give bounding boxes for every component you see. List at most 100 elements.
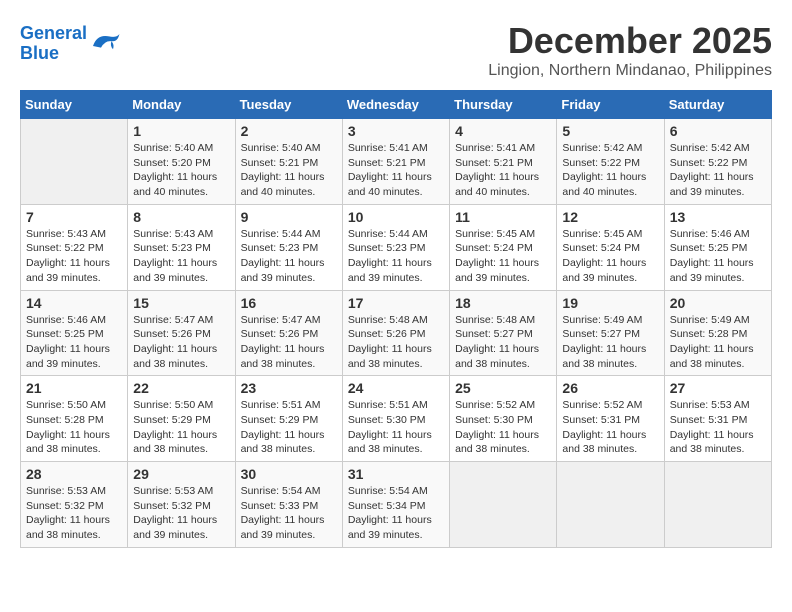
calendar-cell: 13 Sunrise: 5:46 AMSunset: 5:25 PMDayligh… bbox=[664, 204, 771, 290]
calendar-cell: 18 Sunrise: 5:48 AMSunset: 5:27 PMDayligh… bbox=[450, 290, 557, 376]
day-info: Sunrise: 5:53 AMSunset: 5:31 PMDaylight:… bbox=[670, 398, 766, 457]
calendar-cell: 6 Sunrise: 5:42 AMSunset: 5:22 PMDaylight… bbox=[664, 119, 771, 205]
day-number: 31 bbox=[348, 466, 444, 482]
day-info: Sunrise: 5:50 AMSunset: 5:28 PMDaylight:… bbox=[26, 398, 122, 457]
calendar-cell: 8 Sunrise: 5:43 AMSunset: 5:23 PMDaylight… bbox=[128, 204, 235, 290]
calendar-cell: 12 Sunrise: 5:45 AMSunset: 5:24 PMDayligh… bbox=[557, 204, 664, 290]
calendar-cell: 10Sunrise: 5:44 AMSunset: 5:23 PMDayligh… bbox=[342, 204, 449, 290]
calendar-cell: 27 Sunrise: 5:53 AMSunset: 5:31 PMDayligh… bbox=[664, 376, 771, 462]
day-number: 15 bbox=[133, 295, 229, 311]
day-number: 16 bbox=[241, 295, 337, 311]
day-info: Sunrise: 5:54 AMSunset: 5:33 PMDaylight:… bbox=[241, 484, 337, 543]
day-number: 14 bbox=[26, 295, 122, 311]
day-number: 29 bbox=[133, 466, 229, 482]
calendar-cell bbox=[450, 462, 557, 548]
day-info: Sunrise: 5:51 AMSunset: 5:29 PMDaylight:… bbox=[241, 398, 337, 457]
day-info: Sunrise: 5:42 AMSunset: 5:22 PMDaylight:… bbox=[562, 141, 658, 200]
col-header-saturday: Saturday bbox=[664, 91, 771, 119]
calendar-cell: 30 Sunrise: 5:54 AMSunset: 5:33 PMDayligh… bbox=[235, 462, 342, 548]
day-number: 24 bbox=[348, 380, 444, 396]
calendar-week-row: 14Sunrise: 5:46 AMSunset: 5:25 PMDayligh… bbox=[21, 290, 772, 376]
logo: GeneralBlue bbox=[20, 24, 121, 64]
day-number: 2 bbox=[241, 123, 337, 139]
calendar-table: SundayMondayTuesdayWednesdayThursdayFrid… bbox=[20, 90, 772, 548]
day-number: 5 bbox=[562, 123, 658, 139]
calendar-cell: 24 Sunrise: 5:51 AMSunset: 5:30 PMDayligh… bbox=[342, 376, 449, 462]
col-header-friday: Friday bbox=[557, 91, 664, 119]
calendar-cell: 21 Sunrise: 5:50 AMSunset: 5:28 PMDayligh… bbox=[21, 376, 128, 462]
day-info: Sunrise: 5:45 AMSunset: 5:24 PMDaylight:… bbox=[455, 227, 551, 286]
calendar-header-row: SundayMondayTuesdayWednesdayThursdayFrid… bbox=[21, 91, 772, 119]
day-info: Sunrise: 5:40 AMSunset: 5:21 PMDaylight:… bbox=[241, 141, 337, 200]
day-info: Sunrise: 5:52 AMSunset: 5:31 PMDaylight:… bbox=[562, 398, 658, 457]
location-title: Lingion, Northern Mindanao, Philippines bbox=[488, 62, 772, 80]
calendar-cell: 26Sunrise: 5:52 AMSunset: 5:31 PMDayligh… bbox=[557, 376, 664, 462]
logo-bird-icon bbox=[89, 28, 121, 56]
calendar-week-row: 21 Sunrise: 5:50 AMSunset: 5:28 PMDayligh… bbox=[21, 376, 772, 462]
day-number: 13 bbox=[670, 209, 766, 225]
calendar-cell: 28Sunrise: 5:53 AMSunset: 5:32 PMDayligh… bbox=[21, 462, 128, 548]
day-info: Sunrise: 5:41 AMSunset: 5:21 PMDaylight:… bbox=[455, 141, 551, 200]
day-number: 23 bbox=[241, 380, 337, 396]
day-info: Sunrise: 5:48 AMSunset: 5:27 PMDaylight:… bbox=[455, 313, 551, 372]
calendar-cell: 25Sunrise: 5:52 AMSunset: 5:30 PMDayligh… bbox=[450, 376, 557, 462]
day-info: Sunrise: 5:44 AMSunset: 5:23 PMDaylight:… bbox=[348, 227, 444, 286]
calendar-cell: 1 Sunrise: 5:40 AMSunset: 5:20 PMDaylight… bbox=[128, 119, 235, 205]
col-header-monday: Monday bbox=[128, 91, 235, 119]
day-number: 17 bbox=[348, 295, 444, 311]
calendar-cell: 11Sunrise: 5:45 AMSunset: 5:24 PMDayligh… bbox=[450, 204, 557, 290]
calendar-cell bbox=[557, 462, 664, 548]
calendar-cell: 31Sunrise: 5:54 AMSunset: 5:34 PMDayligh… bbox=[342, 462, 449, 548]
calendar-cell: 3 Sunrise: 5:41 AMSunset: 5:21 PMDaylight… bbox=[342, 119, 449, 205]
day-number: 3 bbox=[348, 123, 444, 139]
day-number: 7 bbox=[26, 209, 122, 225]
day-number: 22 bbox=[133, 380, 229, 396]
day-number: 19 bbox=[562, 295, 658, 311]
calendar-cell: 20 Sunrise: 5:49 AMSunset: 5:28 PMDayligh… bbox=[664, 290, 771, 376]
day-number: 12 bbox=[562, 209, 658, 225]
day-number: 18 bbox=[455, 295, 551, 311]
day-number: 21 bbox=[26, 380, 122, 396]
day-number: 20 bbox=[670, 295, 766, 311]
logo-text: GeneralBlue bbox=[20, 24, 87, 64]
day-number: 9 bbox=[241, 209, 337, 225]
day-info: Sunrise: 5:47 AMSunset: 5:26 PMDaylight:… bbox=[241, 313, 337, 372]
month-title: December 2025 bbox=[488, 20, 772, 62]
col-header-sunday: Sunday bbox=[21, 91, 128, 119]
calendar-cell: 5 Sunrise: 5:42 AMSunset: 5:22 PMDaylight… bbox=[557, 119, 664, 205]
day-number: 6 bbox=[670, 123, 766, 139]
day-number: 27 bbox=[670, 380, 766, 396]
day-info: Sunrise: 5:43 AMSunset: 5:22 PMDaylight:… bbox=[26, 227, 122, 286]
calendar-cell: 17Sunrise: 5:48 AMSunset: 5:26 PMDayligh… bbox=[342, 290, 449, 376]
day-number: 28 bbox=[26, 466, 122, 482]
calendar-cell bbox=[21, 119, 128, 205]
day-number: 30 bbox=[241, 466, 337, 482]
calendar-cell bbox=[664, 462, 771, 548]
day-info: Sunrise: 5:44 AMSunset: 5:23 PMDaylight:… bbox=[241, 227, 337, 286]
day-number: 8 bbox=[133, 209, 229, 225]
calendar-week-row: 1 Sunrise: 5:40 AMSunset: 5:20 PMDaylight… bbox=[21, 119, 772, 205]
day-info: Sunrise: 5:51 AMSunset: 5:30 PMDaylight:… bbox=[348, 398, 444, 457]
day-info: Sunrise: 5:45 AMSunset: 5:24 PMDaylight:… bbox=[562, 227, 658, 286]
day-number: 1 bbox=[133, 123, 229, 139]
day-info: Sunrise: 5:49 AMSunset: 5:28 PMDaylight:… bbox=[670, 313, 766, 372]
calendar-week-row: 7 Sunrise: 5:43 AMSunset: 5:22 PMDaylight… bbox=[21, 204, 772, 290]
day-info: Sunrise: 5:42 AMSunset: 5:22 PMDaylight:… bbox=[670, 141, 766, 200]
header: GeneralBlue December 2025 Lingion, North… bbox=[20, 20, 772, 80]
calendar-cell: 7 Sunrise: 5:43 AMSunset: 5:22 PMDaylight… bbox=[21, 204, 128, 290]
title-area: December 2025 Lingion, Northern Mindanao… bbox=[488, 20, 772, 80]
calendar-cell: 19Sunrise: 5:49 AMSunset: 5:27 PMDayligh… bbox=[557, 290, 664, 376]
calendar-cell: 29 Sunrise: 5:53 AMSunset: 5:32 PMDayligh… bbox=[128, 462, 235, 548]
calendar-cell: 15Sunrise: 5:47 AMSunset: 5:26 PMDayligh… bbox=[128, 290, 235, 376]
calendar-cell: 22Sunrise: 5:50 AMSunset: 5:29 PMDayligh… bbox=[128, 376, 235, 462]
day-info: Sunrise: 5:52 AMSunset: 5:30 PMDaylight:… bbox=[455, 398, 551, 457]
calendar-cell: 2 Sunrise: 5:40 AMSunset: 5:21 PMDaylight… bbox=[235, 119, 342, 205]
day-info: Sunrise: 5:43 AMSunset: 5:23 PMDaylight:… bbox=[133, 227, 229, 286]
col-header-thursday: Thursday bbox=[450, 91, 557, 119]
calendar-cell: 9 Sunrise: 5:44 AMSunset: 5:23 PMDaylight… bbox=[235, 204, 342, 290]
day-info: Sunrise: 5:46 AMSunset: 5:25 PMDaylight:… bbox=[670, 227, 766, 286]
day-info: Sunrise: 5:41 AMSunset: 5:21 PMDaylight:… bbox=[348, 141, 444, 200]
day-number: 4 bbox=[455, 123, 551, 139]
day-info: Sunrise: 5:53 AMSunset: 5:32 PMDaylight:… bbox=[133, 484, 229, 543]
day-info: Sunrise: 5:40 AMSunset: 5:20 PMDaylight:… bbox=[133, 141, 229, 200]
